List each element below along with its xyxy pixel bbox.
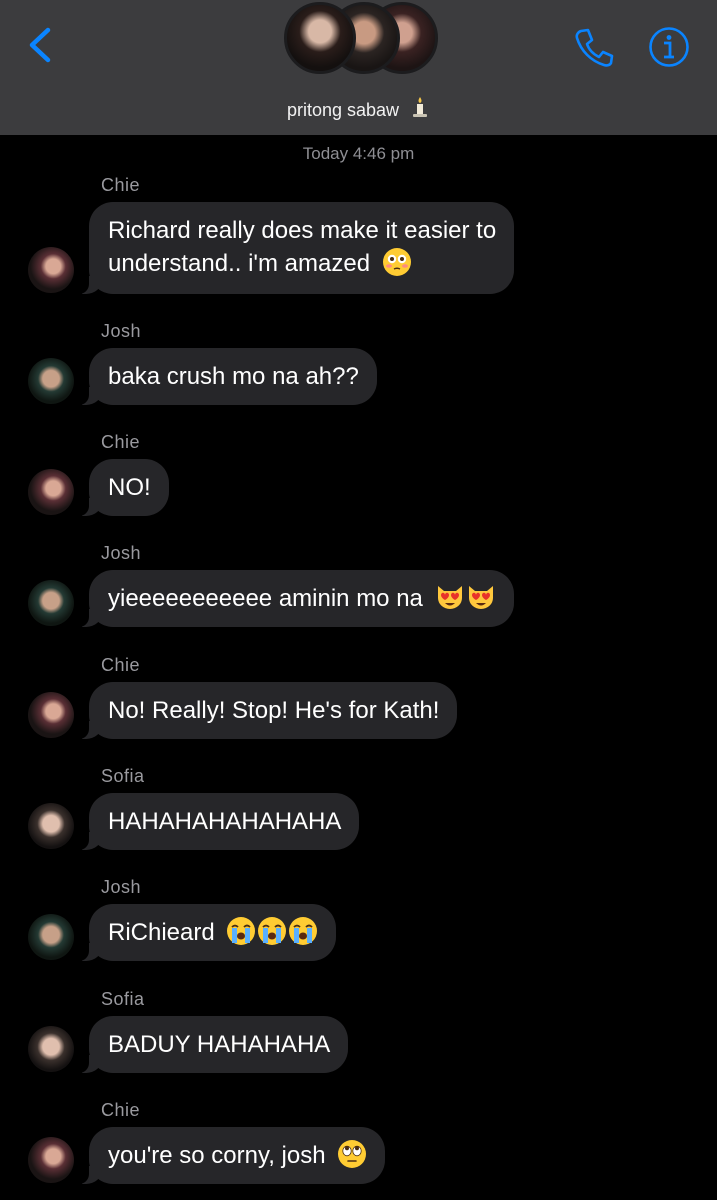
message-text: yieeeeeeeeeee aminin mo na [108,585,423,612]
message-bubble[interactable]: Richard really does make it easier to un… [76,202,515,294]
sender-name: Sofia [101,766,145,786]
sender-name: Josh [101,543,142,563]
sender-name: Chie [101,432,141,452]
message-text: HAHAHAHAHAHAHA [108,808,342,835]
message-bubble[interactable]: baka crush mo na ah?? [77,348,377,405]
avatar[interactable] [28,469,74,515]
message-text: RiChieard [108,919,215,946]
message-bubble[interactable]: No! Really! Stop! He's for Kath! [76,682,458,739]
sender-name: Josh [101,321,142,341]
message-text: NO! [108,474,151,501]
avatar[interactable] [28,1026,74,1072]
avatar[interactable] [28,1137,74,1183]
message-bubble[interactable]: NO! [77,459,169,516]
sender-name: Chie [101,655,141,675]
info-icon [649,27,689,67]
avatar [284,2,356,74]
heart-eyes-cat-icon [437,586,462,609]
message-text: Richard really does make it easier to [108,217,497,244]
group-avatars[interactable] [284,2,438,82]
group-title[interactable]: pritong sabaw [0,96,717,123]
message-bubble[interactable]: RiChieard [76,904,337,961]
phone-icon [575,28,614,67]
call-button[interactable] [573,26,615,68]
avatar[interactable] [28,914,74,960]
avatar[interactable] [28,580,74,626]
sender-name: Josh [101,877,142,897]
sender-name: Chie [101,175,141,195]
loudly-crying-face-icon [289,917,318,945]
candle-icon [410,96,430,123]
loudly-crying-face-icon [227,917,256,945]
sender-name: Sofia [101,989,145,1009]
message-text: BADUY HAHAHAHA [108,1031,331,1058]
loudly-crying-face-icon [258,917,287,945]
avatar[interactable] [28,692,74,738]
message-bubble[interactable]: you're so corny, josh [76,1127,386,1184]
avatar[interactable] [28,247,74,293]
message-text: baka crush mo na ah?? [108,363,359,390]
group-name: pritong sabaw [286,100,400,120]
info-button[interactable] [648,26,690,68]
chat-header: pritong sabaw [0,0,717,135]
timestamp: Today 4:46 pm [302,144,415,163]
avatar[interactable] [28,358,74,404]
chevron-left-icon [29,27,51,63]
message-bubble[interactable]: BADUY HAHAHAHA [76,1016,349,1073]
message-bubble[interactable]: yieeeeeeeeeee aminin mo na [77,570,514,627]
flushed-face-icon [382,248,411,276]
sender-name: Chie [101,1100,141,1120]
rolling-eyes-face-icon [338,1140,367,1168]
message-text: you're so corny, josh [108,1142,326,1169]
message-bubble[interactable]: HAHAHAHAHAHAHA [76,793,360,850]
heart-eyes-cat-icon [468,586,493,609]
back-button[interactable] [26,26,56,66]
message-text: No! Really! Stop! He's for Kath! [108,697,440,724]
avatar[interactable] [28,803,74,849]
message-text: understand.. i'm amazed [108,250,371,277]
